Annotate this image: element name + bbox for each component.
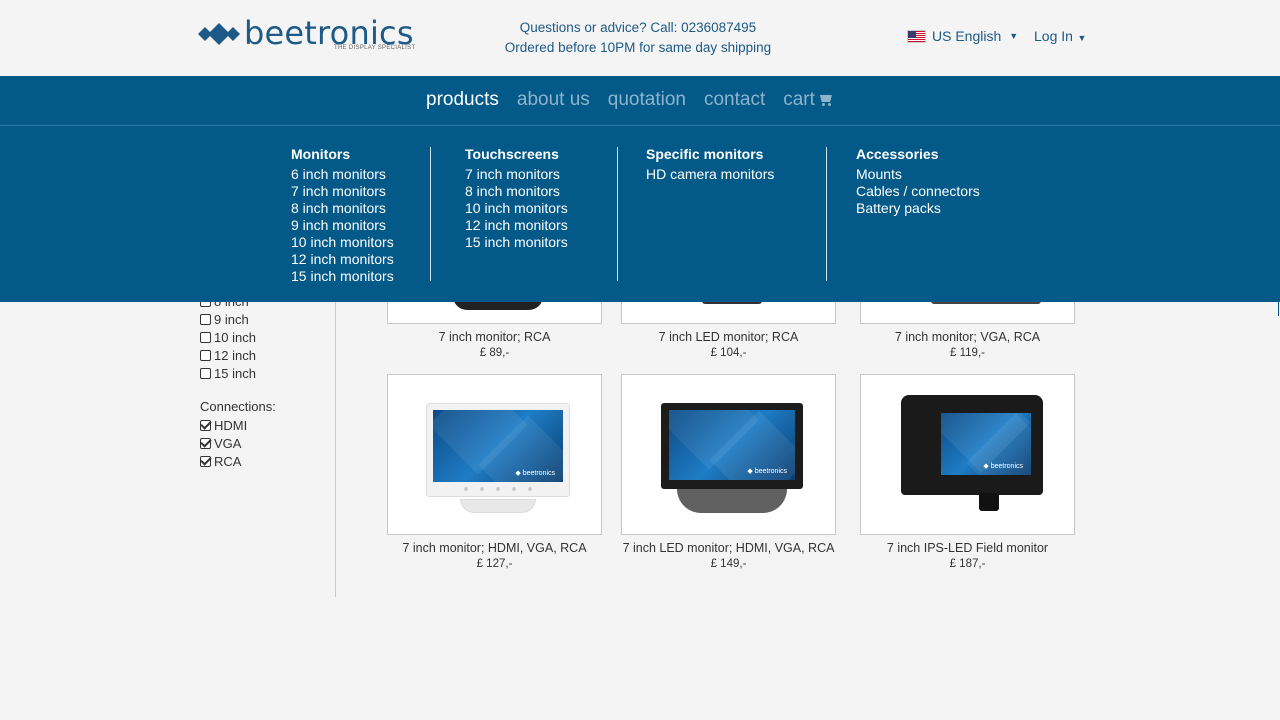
product-price: £ 119,-	[950, 347, 985, 359]
checkbox[interactable]	[200, 455, 211, 467]
menu-heading-specific[interactable]: Specific monitors	[646, 146, 774, 163]
product-name[interactable]: 7 inch IPS-LED Field monitor	[860, 541, 1075, 556]
menu-link[interactable]: 12 inch monitors	[465, 217, 568, 234]
logo-mark-icon	[198, 23, 240, 45]
brand-tagline: THE DISPLAY SPECIALIST	[334, 45, 416, 51]
site-header: beetronics THE DISPLAY SPECIALIST Questi…	[0, 0, 1280, 76]
product-price: £ 104,-	[710, 347, 747, 359]
product-card[interactable]: ◆ beetronics 7 inch monitor; HDMI, VGA, …	[387, 374, 602, 570]
filter-label: HDMI	[214, 417, 248, 433]
sidebar-divider	[335, 302, 336, 597]
filter-label: 15 inch	[214, 365, 256, 381]
menu-heading-accessories[interactable]: Accessories	[856, 146, 980, 163]
filter-size-15[interactable]: 15 inch	[200, 364, 330, 382]
login-menu[interactable]: Log In ▼	[1034, 28, 1086, 44]
nav-products[interactable]: products	[426, 89, 499, 111]
menu-divider	[430, 147, 431, 281]
product-image[interactable]: ◆ beetronics	[860, 374, 1075, 535]
filter-label: 12 inch	[214, 347, 256, 363]
menu-column-touchscreens: Touchscreens 7 inch monitors 8 inch moni…	[465, 146, 568, 251]
contact-phone: Questions or advice? Call: 0236087495	[519, 20, 757, 35]
filter-label: RCA	[214, 453, 242, 469]
menu-link[interactable]: 8 inch monitors	[291, 200, 394, 217]
filter-size-10[interactable]: 10 inch	[200, 328, 330, 346]
menu-link[interactable]: 9 inch monitors	[291, 217, 394, 234]
brand-logo[interactable]: beetronics THE DISPLAY SPECIALIST	[198, 14, 415, 58]
filter-size-12[interactable]: 12 inch	[200, 346, 330, 364]
menu-link[interactable]: 15 inch monitors	[291, 268, 394, 285]
menu-column-specific: Specific monitors HD camera monitors	[646, 146, 774, 183]
menu-link[interactable]: Mounts	[856, 166, 980, 183]
product-name[interactable]: 7 inch monitor; HDMI, VGA, RCA	[387, 541, 602, 556]
checkbox[interactable]	[200, 331, 211, 343]
menu-link[interactable]: 7 inch monitors	[291, 183, 394, 200]
products-mega-menu: Monitors 6 inch monitors 7 inch monitors…	[0, 126, 1280, 302]
product-card[interactable]: ◆ beetronics 7 inch LED monitor; HDMI, V…	[621, 374, 836, 570]
filter-label: VGA	[214, 435, 242, 451]
nav-quotation[interactable]: quotation	[608, 89, 686, 111]
filter-label: 10 inch	[214, 329, 256, 345]
checkbox[interactable]	[200, 419, 211, 431]
cart-label: cart	[783, 89, 815, 110]
product-image[interactable]: ◆ beetronics	[387, 374, 602, 535]
filter-sidebar: 8 inch 9 inch 10 inch 12 inch 15 inch Co…	[200, 292, 330, 470]
scroll-edge	[1278, 302, 1279, 316]
product-image[interactable]: ◆ beetronics	[621, 374, 836, 535]
menu-heading-touchscreens[interactable]: Touchscreens	[465, 146, 568, 163]
monitor-screen: ◆ beetronics	[433, 410, 563, 482]
us-flag-icon	[907, 29, 926, 43]
main-nav: products about us quotation contact cart	[0, 76, 1280, 126]
monitor-screen: ◆ beetronics	[941, 413, 1031, 475]
filter-vga[interactable]: VGA	[200, 434, 330, 452]
login-label: Log In	[1034, 28, 1073, 44]
monitor-screen: ◆ beetronics	[669, 410, 795, 480]
language-selector[interactable]: US English ▼	[907, 28, 1018, 44]
menu-link[interactable]: 6 inch monitors	[291, 166, 394, 183]
menu-link[interactable]: HD camera monitors	[646, 166, 774, 183]
product-price: £ 149,-	[710, 558, 747, 570]
nav-about-us[interactable]: about us	[517, 89, 590, 111]
menu-link[interactable]: 10 inch monitors	[465, 200, 568, 217]
menu-column-monitors: Monitors 6 inch monitors 7 inch monitors…	[291, 146, 394, 285]
checkbox[interactable]	[200, 437, 211, 449]
checkbox[interactable]	[200, 313, 211, 325]
menu-link[interactable]: 12 inch monitors	[291, 251, 394, 268]
product-name[interactable]: 7 inch LED monitor; RCA	[621, 330, 836, 345]
connections-heading: Connections:	[200, 399, 276, 414]
menu-heading-monitors[interactable]: Monitors	[291, 146, 394, 163]
product-name[interactable]: 7 inch monitor; RCA	[387, 330, 602, 345]
product-card[interactable]: ◆ beetronics 7 inch IPS-LED Field monito…	[860, 374, 1075, 570]
menu-column-accessories: Accessories Mounts Cables / connectors B…	[856, 146, 980, 217]
caret-down-icon: ▼	[1074, 33, 1087, 43]
menu-link[interactable]: 10 inch monitors	[291, 234, 394, 251]
caret-down-icon: ▼	[1009, 31, 1019, 41]
nav-contact[interactable]: contact	[704, 89, 765, 111]
contact-info: Questions or advice? Call: 0236087495 Or…	[490, 18, 786, 58]
nav-cart[interactable]: cart	[783, 89, 833, 111]
filter-hdmi[interactable]: HDMI	[200, 416, 330, 434]
menu-link[interactable]: 8 inch monitors	[465, 183, 568, 200]
language-label: US English	[932, 28, 1002, 44]
menu-link[interactable]: Battery packs	[856, 200, 980, 217]
menu-divider	[826, 147, 827, 281]
menu-divider	[617, 147, 618, 281]
filter-label: 9 inch	[214, 311, 249, 327]
product-name[interactable]: 7 inch LED monitor; HDMI, VGA, RCA	[621, 541, 836, 556]
product-price: £ 187,-	[949, 558, 986, 570]
filter-rca[interactable]: RCA	[200, 452, 330, 470]
cart-icon	[819, 94, 833, 106]
product-price: £ 89,-	[479, 347, 510, 359]
shipping-note: Ordered before 10PM for same day shippin…	[504, 40, 772, 55]
menu-link[interactable]: 15 inch monitors	[465, 234, 568, 251]
checkbox[interactable]	[200, 367, 211, 379]
menu-link[interactable]: Cables / connectors	[856, 183, 980, 200]
filter-size-9[interactable]: 9 inch	[200, 310, 330, 328]
product-price: £ 127,-	[476, 558, 513, 570]
checkbox[interactable]	[200, 349, 211, 361]
menu-link[interactable]: 7 inch monitors	[465, 166, 568, 183]
product-name[interactable]: 7 inch monitor; VGA, RCA	[860, 330, 1075, 345]
